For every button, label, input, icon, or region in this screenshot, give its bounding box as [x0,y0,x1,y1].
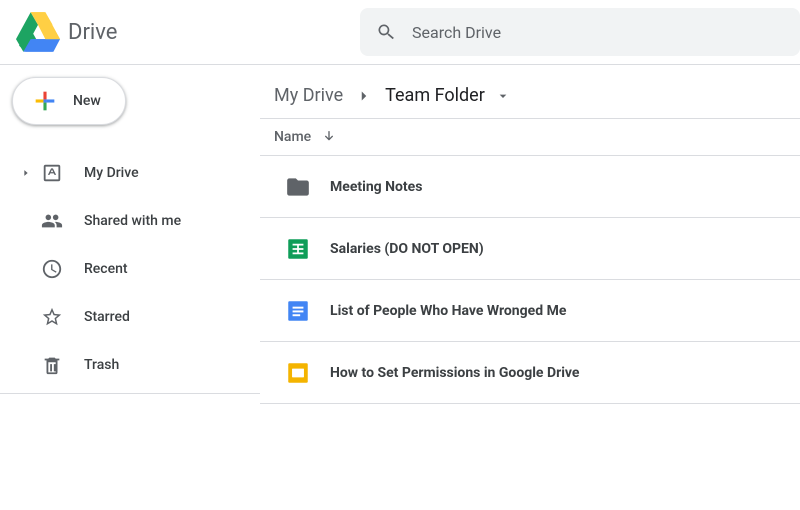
search-bar[interactable]: Search Drive [360,8,800,56]
drive-logo-icon [16,12,60,52]
sidebar-item-label: My Drive [84,165,139,181]
nav-list: My Drive Shared with me Recent [0,149,260,389]
sidebar-item-label: Starred [84,309,130,325]
sidebar-item-shared-with-me[interactable]: Shared with me [0,197,260,245]
sidebar-item-starred[interactable]: Starred [0,293,260,341]
sidebar-item-label: Recent [84,261,128,277]
header: Drive Search Drive [0,0,800,64]
app-name: Drive [68,20,117,45]
folder-icon [274,174,322,200]
sidebar-item-label: Shared with me [84,213,181,229]
list-header: Name [260,118,800,156]
file-name: Meeting Notes [330,179,422,195]
sidebar-item-trash[interactable]: Trash [0,341,260,389]
sidebar: New My Drive Shared with me [0,65,260,510]
drive-logo-wrap[interactable]: Drive [16,12,117,52]
main-pane: My Drive Team Folder Name Meeting Notes [260,65,800,510]
clock-icon [38,258,66,280]
star-icon [38,306,66,328]
sidebar-item-recent[interactable]: Recent [0,245,260,293]
column-name-header[interactable]: Name [274,129,311,145]
breadcrumb-current[interactable]: Team Folder [385,85,485,106]
file-row[interactable]: List of People Who Have Wronged Me [260,280,800,342]
caret-down-icon[interactable] [495,88,511,104]
drive-box-icon [38,162,66,184]
file-name: List of People Who Have Wronged Me [330,303,566,319]
sidebar-item-my-drive[interactable]: My Drive [0,149,260,197]
search-placeholder: Search Drive [412,23,501,42]
file-name: Salaries (DO NOT OPEN) [330,241,484,257]
sheets-icon [274,236,322,262]
new-button-label: New [73,93,101,109]
file-name: How to Set Permissions in Google Drive [330,365,579,381]
chevron-right-icon[interactable] [20,168,32,178]
trash-icon [38,354,66,376]
file-row[interactable]: Salaries (DO NOT OPEN) [260,218,800,280]
search-icon [376,22,396,42]
file-row[interactable]: Meeting Notes [260,156,800,218]
chevron-right-icon [355,87,373,105]
new-button[interactable]: New [12,77,126,125]
content: New My Drive Shared with me [0,65,800,510]
slides-icon [274,360,322,386]
breadcrumb-root[interactable]: My Drive [274,85,343,106]
people-icon [38,210,66,232]
breadcrumb: My Drive Team Folder [260,73,800,118]
arrow-down-icon[interactable] [321,129,337,145]
sidebar-divider [0,393,260,394]
plus-icon [31,87,59,115]
docs-icon [274,298,322,324]
file-row[interactable]: How to Set Permissions in Google Drive [260,342,800,404]
sidebar-item-label: Trash [84,357,119,373]
